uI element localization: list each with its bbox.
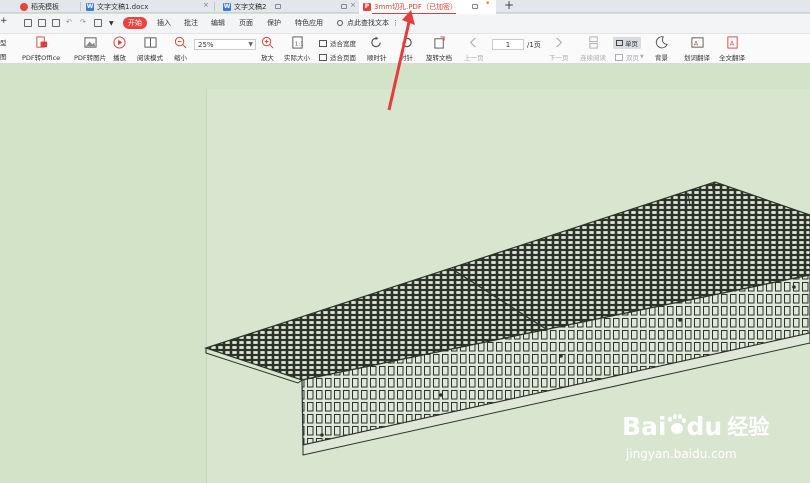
menu-comment[interactable]: 批注: [184, 18, 198, 28]
rotate-clockwise-button[interactable]: 顺时针: [367, 36, 387, 62]
search-label: 点此查找文本: [347, 19, 389, 27]
tab-label: 文字文稿1.docx: [97, 2, 149, 11]
search-icon: [337, 20, 343, 26]
tab-label: 文字文稿2: [234, 2, 267, 11]
book-icon: [143, 37, 157, 48]
baidu-jingyan-watermark: Bai du 经验 jingyan.baidu.com: [620, 397, 810, 483]
new-tab-button[interactable]: +: [504, 0, 514, 12]
docer-icon: [20, 2, 28, 11]
svg-text:1:1: 1:1: [294, 41, 303, 47]
single-page-icon: [616, 40, 623, 46]
rotate-doc-icon: [433, 36, 445, 49]
page-number-input[interactable]: 1: [492, 39, 524, 50]
left-fragment-bottom[interactable]: 图: [0, 51, 7, 61]
actual-size-icon: 1:1: [291, 36, 304, 49]
play-icon: [113, 36, 126, 49]
find-text-search[interactable]: 点此查找文本 ⋮: [337, 18, 399, 28]
menu-insert[interactable]: 插入: [157, 18, 171, 28]
pdf-convert-icon: [35, 36, 47, 48]
unsaved-dot-icon[interactable]: •: [485, 0, 490, 9]
paw-icon: [667, 414, 686, 436]
close-icon[interactable]: ×: [350, 1, 356, 9]
tab-docer-templates[interactable]: 稻壳模板: [16, 0, 82, 13]
tab-separator: [214, 2, 215, 11]
zoom-in-icon: [261, 36, 274, 49]
zoom-out-icon: [174, 36, 187, 49]
zoom-out-button[interactable]: 缩小: [174, 36, 187, 62]
word-doc-icon: W: [86, 2, 94, 11]
rotate-cw-icon: [371, 36, 382, 48]
zoom-in-button[interactable]: 放大: [261, 36, 274, 62]
pdf-to-image-button[interactable]: PDF转图片: [74, 36, 106, 62]
moon-icon: [655, 36, 668, 49]
fit-width-button[interactable]: 适合宽度: [319, 38, 356, 48]
play-button[interactable]: 播放: [113, 36, 126, 62]
save-icon[interactable]: [38, 19, 46, 27]
translate-word-button[interactable]: A 划词翻译: [684, 36, 710, 62]
rotate-ccw-icon: [402, 37, 412, 48]
monitor-icon[interactable]: [472, 4, 478, 9]
image-icon: [84, 37, 97, 48]
menu-home[interactable]: 开始: [123, 17, 147, 29]
chevron-left-icon: [470, 37, 477, 48]
tab-pdf-active[interactable]: P 3mm切孔.PDF（已加密） •: [359, 0, 496, 14]
undo-icon[interactable]: ↶: [66, 18, 72, 26]
menu-row: + ↶ ↷ ▼ 开始 插入 批注 编辑 页面 保护 特色应用 点此查找文本 ⋮: [0, 14, 810, 34]
baidu-logo-text: Bai du 经验: [622, 411, 770, 441]
ribbon-toolbar: 型 图 PDF转Office PDF转图片 播放 阅读模式 缩小 25% ▼ 放…: [0, 34, 810, 64]
double-page-button[interactable]: 双页 ▼: [615, 52, 644, 62]
more-icon[interactable]: ⋮: [392, 19, 399, 27]
rotate-document-button[interactable]: 旋转文档: [426, 36, 452, 62]
tab-doc2[interactable]: W 文字文稿2 ×: [219, 0, 357, 13]
tab-bar: 稻壳模板 W 文字文稿1.docx × W 文字文稿2 × P 3mm切孔.PD…: [0, 0, 810, 14]
redo-icon[interactable]: ↷: [80, 18, 86, 26]
print-icon[interactable]: [52, 19, 60, 27]
fit-page-icon: [319, 53, 327, 61]
actual-size-button[interactable]: 1:1 实际大小: [284, 36, 310, 62]
left-fragment-top[interactable]: 型: [0, 37, 7, 47]
chevron-down-icon: ▼: [248, 41, 253, 48]
chevron-right-icon: [556, 37, 563, 48]
screen-icon[interactable]: [94, 19, 102, 27]
tab-separator: [80, 2, 81, 11]
monitor-icon[interactable]: [341, 4, 347, 9]
svg-text:A: A: [729, 39, 734, 47]
menu-features[interactable]: 特色应用: [295, 18, 323, 28]
chevron-down-icon: ▼: [640, 54, 644, 60]
left-fragment[interactable]: +: [0, 16, 8, 26]
pdf-icon: P: [363, 3, 371, 11]
zoom-select[interactable]: 25% ▼: [194, 39, 256, 50]
tab-doc1[interactable]: W 文字文稿1.docx ×: [82, 0, 281, 13]
pdf-to-office-button[interactable]: PDF转Office: [22, 36, 60, 62]
tab-label: 3mm切孔.PDF（已加密）: [374, 3, 457, 11]
fit-width-icon: [319, 39, 327, 47]
continuous-read-button[interactable]: 连续阅读: [580, 36, 606, 62]
single-page-button[interactable]: 单页: [613, 37, 641, 49]
svg-text:A: A: [693, 39, 698, 47]
translate-icon: A: [690, 37, 704, 48]
dropdown-arrow-icon[interactable]: ▼: [109, 20, 114, 27]
translate-full-button[interactable]: A 全文翻译: [719, 36, 745, 62]
word-doc-icon: W: [223, 2, 231, 11]
fit-page-button[interactable]: 适合页面: [319, 52, 356, 62]
next-page-button[interactable]: 下一页: [549, 36, 569, 62]
continuous-icon: [588, 36, 598, 49]
menu-page[interactable]: 页面: [239, 18, 253, 28]
page-total: /1页: [527, 41, 541, 49]
prev-page-button[interactable]: 上一页: [464, 36, 484, 62]
menu-edit[interactable]: 编辑: [211, 18, 225, 28]
rotate-counterclockwise-button[interactable]: 时针: [400, 36, 413, 62]
watermark-url: jingyan.baidu.com: [626, 447, 737, 461]
background-button[interactable]: 背景: [655, 36, 668, 62]
read-mode-button[interactable]: 阅读模式: [137, 36, 163, 62]
folder-icon[interactable]: [24, 19, 32, 27]
tab-label: 稻壳模板: [31, 2, 59, 11]
full-translate-icon: A: [726, 36, 738, 49]
double-page-icon: [615, 53, 623, 61]
close-icon[interactable]: ×: [203, 1, 209, 9]
menu-protect[interactable]: 保护: [267, 18, 281, 28]
